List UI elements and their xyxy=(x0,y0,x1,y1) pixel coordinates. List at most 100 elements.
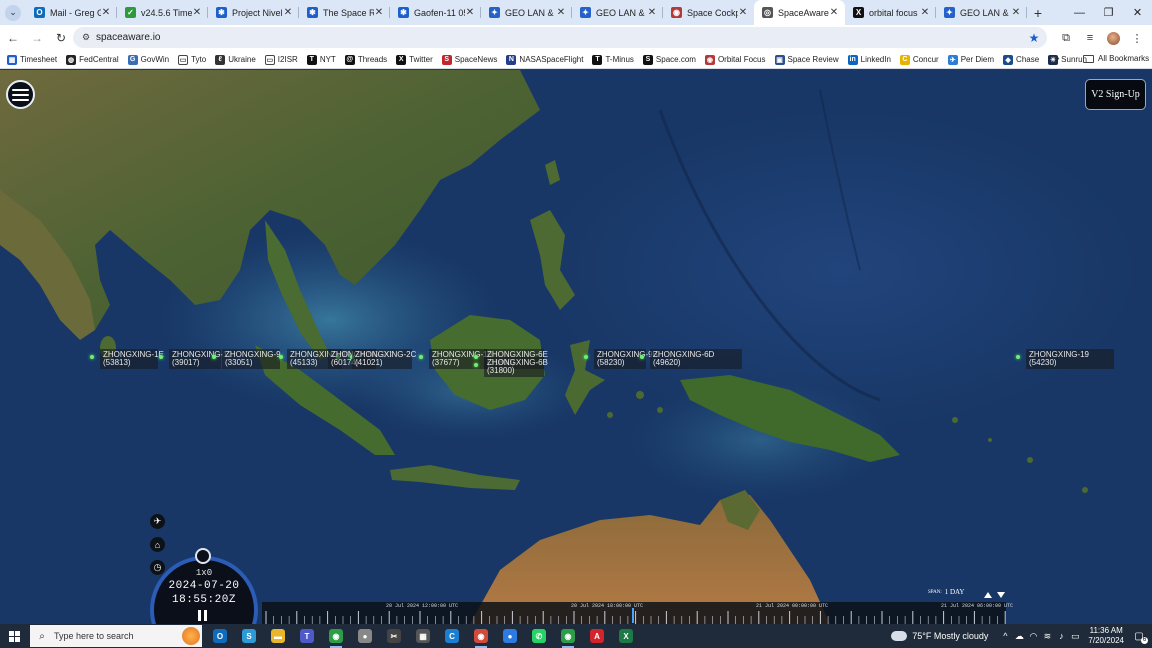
taskbar-app-calculator[interactable]: ▦ xyxy=(412,624,434,648)
tab-close-icon[interactable]: ✕ xyxy=(829,7,839,18)
battery-icon[interactable]: ▭ xyxy=(1068,631,1082,642)
taskbar-app-sphere[interactable]: ● xyxy=(354,624,376,648)
taskbar-app-outlook[interactable]: O xyxy=(209,624,231,648)
tab-2[interactable]: ✓ v24.5.6 Time -✕ xyxy=(117,0,208,25)
satellite-marker[interactable] xyxy=(90,355,94,359)
bookmark-chase[interactable]: ◆ Chase xyxy=(1003,54,1039,65)
taskbar-app-chrome-alt[interactable]: ◉ xyxy=(557,624,579,648)
taskbar-app-snip[interactable]: ✂ xyxy=(383,624,405,648)
satellite-label[interactable]: ZHONGXING-6D (49620) xyxy=(650,349,742,369)
satellite-marker[interactable] xyxy=(584,355,588,359)
bookmark-space-review[interactable]: ▣ Space Review xyxy=(774,54,839,65)
tab-5[interactable]: ✱ Gaofen-11 05 ✕ xyxy=(390,0,481,25)
satellite-marker[interactable] xyxy=(212,355,216,359)
restore-icon[interactable]: ❐ xyxy=(1094,0,1123,25)
tab-close-icon[interactable]: ✕ xyxy=(556,7,566,18)
tab-close-icon[interactable]: ✕ xyxy=(738,7,748,18)
bookmark-threads[interactable]: @ Threads xyxy=(344,54,387,65)
bookmark-twitter[interactable]: X Twitter xyxy=(396,54,433,65)
taskbar-app-chrome[interactable]: ◉ xyxy=(325,624,347,648)
new-tab-button[interactable]: + xyxy=(1027,0,1049,25)
taskbar-app-whatsapp[interactable]: ✆ xyxy=(528,624,550,648)
home-icon[interactable]: ⌂ xyxy=(150,537,165,552)
taskbar-app-webex[interactable]: ● xyxy=(499,624,521,648)
satellite-label[interactable]: ZHONGXING-6B (31800) xyxy=(484,357,548,377)
bookmark-concur[interactable]: C Concur xyxy=(899,54,939,65)
hamburger-menu-button[interactable] xyxy=(6,80,35,109)
bookmark-timesheet[interactable]: ▦ Timesheet xyxy=(7,54,57,65)
all-bookmarks-button[interactable]: All Bookmarks xyxy=(1083,54,1149,63)
satellite-marker[interactable] xyxy=(640,355,644,359)
media-controls-icon[interactable]: ≡ xyxy=(1078,32,1102,44)
tab-4[interactable]: ✱ The Space Revi✕ xyxy=(299,0,390,25)
satellite-label[interactable]: ZHONGXING-12 (39017) xyxy=(169,349,232,369)
satellite-map[interactable]: V2 Sign-Up ZHONGXING-1E (53813) ZHONGXING-… xyxy=(0,70,1152,624)
span-decrease-icon[interactable] xyxy=(997,592,1005,598)
satellite-marker[interactable] xyxy=(474,355,478,359)
satellite-label[interactable]: ZHONGXING-10 (37677) xyxy=(429,349,492,369)
tab-8[interactable]: ◉ Space Cockpit✕ xyxy=(663,0,754,25)
tab-6[interactable]: ✦ GEO LAN & SI✕ xyxy=(481,0,572,25)
tab-7[interactable]: ✦ GEO LAN & SI✕ xyxy=(572,0,663,25)
tab-1[interactable]: O Mail - Greg Gil✕ xyxy=(26,0,117,25)
taskbar-search[interactable]: ⌕ Type here to search xyxy=(30,625,202,647)
bookmark-nyt[interactable]: T NYT xyxy=(306,54,336,65)
extensions-icon[interactable]: ⧉ xyxy=(1054,32,1078,45)
satellite-marker[interactable] xyxy=(419,355,423,359)
timeline-scrubber[interactable]: 20 Jul 2024 12:00:00 UTC 20 Jul 2024 18:0… xyxy=(262,602,1013,624)
tab-close-icon[interactable]: ✕ xyxy=(920,7,930,18)
v2-signup-button[interactable]: V2 Sign-Up xyxy=(1085,79,1146,110)
back-button[interactable]: ← xyxy=(2,27,24,49)
tab-close-icon[interactable]: ✕ xyxy=(647,7,657,18)
bookmark-ukraine[interactable]: ℓ Ukraine xyxy=(215,54,256,65)
more-bookmarks-icon[interactable]: » xyxy=(1054,53,1060,64)
tab-11[interactable]: ✦ GEO LAN & SI✕ xyxy=(936,0,1027,25)
forward-button[interactable]: → xyxy=(26,27,48,49)
more-menu-icon[interactable]: ⋮ xyxy=(1125,32,1149,45)
tab-close-icon[interactable]: ✕ xyxy=(192,7,202,18)
bookmark-tyto[interactable]: ▭ Tyto xyxy=(178,54,206,65)
bookmark-linkedin[interactable]: in LinkedIn xyxy=(847,54,891,65)
url-text[interactable]: spaceaware.io xyxy=(96,32,1025,43)
onedrive-icon[interactable]: ☁ xyxy=(1012,631,1026,642)
bookmark-per-diem[interactable]: ✈ Per Diem xyxy=(947,54,994,65)
satellite-label[interactable]: ZHONGXING-2C (41021) xyxy=(352,349,416,369)
close-window-icon[interactable]: ✕ xyxy=(1123,0,1152,25)
tab-9[interactable]: ◎ SpaceAware.io✕ xyxy=(754,0,845,25)
taskbar-app-chrome-profile[interactable]: ◉ xyxy=(470,624,492,648)
bookmark-fedcentral[interactable]: ◍ FedCentral xyxy=(66,54,119,65)
satellite-marker[interactable] xyxy=(474,363,478,367)
weather-widget[interactable]: 75°F Mostly cloudy xyxy=(891,628,988,641)
bookmark-t-minus[interactable]: T T-Minus xyxy=(592,54,634,65)
taskbar-app-acrobat[interactable]: A xyxy=(586,624,608,648)
network-icon[interactable]: ◠ xyxy=(1026,631,1040,642)
address-bar[interactable]: ⚙ spaceaware.io ★ xyxy=(73,27,1047,48)
reload-button[interactable]: ↻ xyxy=(50,27,72,49)
bookmark-govwin[interactable]: G GovWin xyxy=(127,54,169,65)
satellite-label[interactable]: ZHONGXING-9B (58230) xyxy=(594,349,658,369)
notifications-button[interactable]: ▢ 6 xyxy=(1130,628,1148,644)
tab-10[interactable]: Xorbital focus - ✕ xyxy=(845,0,936,25)
satellite-label[interactable]: ZHONGXING-1E (53813) xyxy=(100,349,164,369)
taskbar-clock[interactable]: 11:36 AM 7/20/2024 xyxy=(1088,626,1124,646)
profile-avatar[interactable] xyxy=(1107,31,1120,45)
taskbar-app-teams[interactable]: T xyxy=(296,624,318,648)
tab-3[interactable]: ✱ Project Nivelir ✕ xyxy=(208,0,299,25)
tab-close-icon[interactable]: ✕ xyxy=(1011,7,1021,18)
minimize-icon[interactable]: — xyxy=(1065,0,1094,25)
speed-knob[interactable] xyxy=(195,548,211,564)
tab-close-icon[interactable]: ✕ xyxy=(374,7,384,18)
timeline-cursor[interactable] xyxy=(632,608,634,623)
start-button[interactable] xyxy=(0,624,28,648)
satellite-marker[interactable] xyxy=(1016,355,1020,359)
taskbar-app-file-explorer[interactable]: ▬ xyxy=(267,624,289,648)
taskbar-app-skype[interactable]: S xyxy=(238,624,260,648)
bookmark-i2isr[interactable]: ▭ I2ISR xyxy=(264,54,298,65)
span-increase-icon[interactable] xyxy=(984,592,992,598)
satellite-icon[interactable]: ✈ xyxy=(150,514,165,529)
chevron-up-icon[interactable]: ^ xyxy=(998,631,1012,641)
tab-close-icon[interactable]: ✕ xyxy=(465,7,475,18)
bookmark-star-icon[interactable]: ★ xyxy=(1025,31,1043,45)
taskbar-app-excel[interactable]: X xyxy=(615,624,637,648)
satellite-label[interactable]: ZHONGXING-9 (33051) xyxy=(222,349,281,369)
